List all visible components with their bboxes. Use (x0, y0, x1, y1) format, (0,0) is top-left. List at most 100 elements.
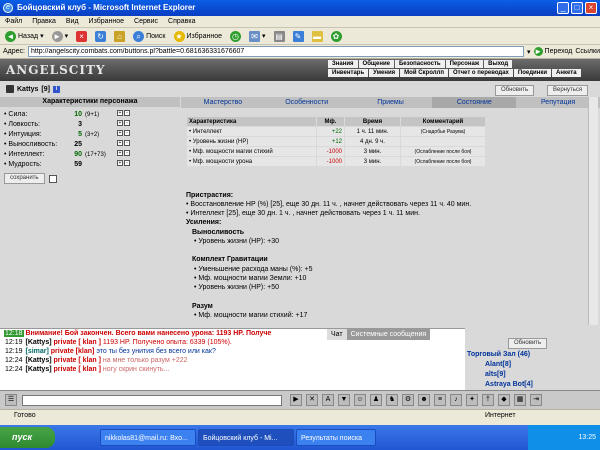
discuss-button[interactable]: ▬ (310, 29, 325, 43)
print-button[interactable]: ▤ (272, 29, 287, 43)
history-button[interactable]: ◷ (228, 29, 243, 43)
plus-icon[interactable]: + (117, 160, 123, 166)
nav-knowledge[interactable]: Знания (328, 60, 358, 68)
tab-features[interactable]: Особенности (265, 97, 349, 108)
menu-favorites[interactable]: Избранное (84, 18, 129, 25)
emoticon-icon[interactable]: ☻ (418, 394, 430, 406)
magic-icon[interactable]: ✦ (466, 394, 478, 406)
chevron-down-icon[interactable]: ▾ (527, 48, 531, 56)
menu-help[interactable]: Справка (163, 18, 200, 25)
minus-icon[interactable]: - (124, 150, 130, 156)
maximize-icon[interactable]: □ (571, 2, 583, 14)
nav-character[interactable]: Персонаж (445, 60, 484, 68)
nav-profile[interactable]: Анкета (552, 69, 581, 77)
info-icon[interactable]: i (52, 85, 60, 93)
tab-system-messages[interactable]: Системные сообщения (346, 329, 431, 340)
menu-file[interactable]: Файл (0, 18, 27, 25)
messenger-button[interactable]: ✿ (329, 29, 344, 43)
stat-bonus: (9+1) (85, 112, 100, 118)
stats-checkbox[interactable] (48, 174, 57, 183)
scroll-icon[interactable]: ≡ (434, 394, 446, 406)
chevron-down-icon: ▾ (64, 33, 69, 40)
room-user[interactable]: Astraya Bot[4] (467, 380, 600, 390)
tab-mastery[interactable]: Мастерство (181, 97, 265, 108)
map-icon[interactable]: ▦ (514, 394, 526, 406)
mail-icon: ✉ (248, 30, 260, 42)
sound-icon[interactable]: ♪ (450, 394, 462, 406)
menu-tools[interactable]: Сервис (129, 18, 163, 25)
room-refresh-button[interactable]: Обновить (508, 338, 548, 349)
refresh-button[interactable]: ↻ (93, 29, 108, 43)
menu-view[interactable]: Вид (61, 18, 84, 25)
task-mail[interactable]: nikkolas81@mail.ru: Вхо... (100, 429, 196, 446)
settings-icon[interactable]: ⚙ (402, 394, 414, 406)
nav-inventory[interactable]: Инвентарь (328, 69, 369, 77)
plus-icon[interactable]: + (117, 120, 123, 126)
nav-scroll[interactable]: Мой Скроллп (400, 69, 448, 77)
home-button[interactable]: ⌂ (112, 29, 127, 43)
edit-button[interactable]: ✎ (291, 29, 306, 43)
room-user[interactable]: alts[9] (467, 370, 600, 380)
chat-input[interactable] (22, 395, 282, 406)
back-to-game-button[interactable]: Вернуться (547, 85, 589, 96)
task-browser[interactable]: Бойцовский клуб - Mi... (198, 429, 294, 446)
nav-exit[interactable]: Выход (484, 60, 513, 68)
nav-skills[interactable]: Умения (369, 69, 400, 77)
tab-state[interactable]: Состояние (432, 97, 517, 108)
walk-icon[interactable]: ♞ (386, 394, 398, 406)
stat-bonus: (17+73) (85, 152, 106, 158)
task-search-results[interactable]: Результаты поиска (296, 429, 376, 446)
effect-comment: (Снадобье Разума) (400, 126, 486, 137)
send-icon[interactable]: ▶ (290, 394, 302, 406)
chat-mode-icon[interactable]: ☰ (5, 394, 17, 406)
nav-communication[interactable]: Общение (358, 60, 394, 68)
links-label[interactable]: Ссылки (575, 48, 600, 55)
search-button[interactable]: ⌕ Поиск (131, 29, 167, 43)
translit-icon[interactable]: A (322, 394, 334, 406)
minus-icon[interactable]: - (124, 110, 130, 116)
clear-icon[interactable]: ✕ (306, 394, 318, 406)
stop-button[interactable]: × (74, 29, 89, 43)
table-row: • Мф. мощности урона -1000 3 мин. (Ослаблен… (186, 156, 486, 167)
plus-icon[interactable]: + (117, 130, 123, 136)
minimize-icon[interactable]: _ (557, 2, 569, 14)
content-scrollbar[interactable] (588, 97, 598, 325)
exit-icon[interactable]: ⇥ (530, 394, 542, 406)
chevron-down-icon: ▾ (40, 33, 44, 40)
minus-icon[interactable]: - (124, 160, 130, 166)
close-icon[interactable]: × (585, 2, 597, 14)
favorites-button[interactable]: ★ Избранное (172, 29, 224, 43)
stat-row: • Ловкость: 3 + - (0, 120, 180, 130)
plus-icon[interactable]: + (117, 150, 123, 156)
back-button[interactable]: ◄ Назад ▾ (3, 29, 46, 43)
nav-security[interactable]: Безопасность (394, 60, 445, 68)
effect-mf: -1000 (316, 156, 345, 167)
col-mf: Мф. (316, 116, 345, 127)
save-stats-button[interactable]: сохранить (4, 173, 45, 184)
shield-icon[interactable]: ◆ (498, 394, 510, 406)
room-user[interactable]: Alant[8] (467, 360, 600, 370)
people-icon[interactable]: ♟ (370, 394, 382, 406)
forward-button[interactable]: ► ▾ (50, 29, 71, 43)
start-button[interactable]: пуск (0, 427, 55, 448)
nav-battles[interactable]: Поединки (513, 69, 552, 77)
minus-icon[interactable]: - (124, 130, 130, 136)
smiley-icon[interactable]: ☺ (354, 394, 366, 406)
system-tray: 13:25 (528, 425, 600, 450)
player-name[interactable]: Kattys (17, 86, 38, 93)
tab-techniques[interactable]: Приемы (349, 97, 433, 108)
filter-icon[interactable]: ▼ (338, 394, 350, 406)
nav-transfers[interactable]: Отчет о переводах (448, 69, 513, 77)
address-input[interactable] (27, 46, 525, 57)
minus-icon[interactable]: - (124, 140, 130, 146)
sword-icon[interactable]: † (482, 394, 494, 406)
minus-icon[interactable]: - (124, 120, 130, 126)
tab-chat[interactable]: Чат (327, 329, 347, 340)
go-button[interactable]: ► Переход (533, 47, 572, 56)
refresh-stats-button[interactable]: Обновить (495, 85, 535, 96)
menu-edit[interactable]: Правка (27, 18, 61, 25)
plus-icon[interactable]: + (117, 110, 123, 116)
plus-icon[interactable]: + (117, 140, 123, 146)
search-icon: ⌕ (133, 30, 145, 42)
mail-button[interactable]: ✉ ▾ (247, 29, 268, 43)
